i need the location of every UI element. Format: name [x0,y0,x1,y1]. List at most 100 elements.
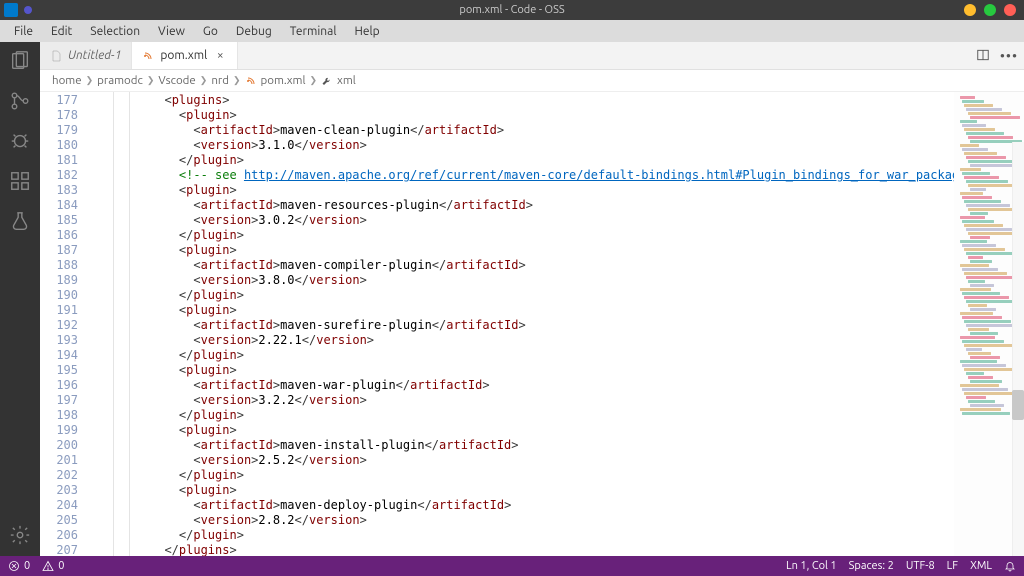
tab-pom-xml[interactable]: pom.xml × [132,42,238,69]
minimap-line [960,288,991,291]
extensions-icon[interactable] [9,170,31,192]
code-line[interactable]: <version>3.0.2</version> [150,213,954,228]
maximize-button[interactable] [984,4,996,16]
code-line[interactable]: <artifactId>maven-resources-plugin</arti… [150,198,954,213]
code-line[interactable]: </plugin> [150,468,954,483]
explorer-icon[interactable] [9,50,31,72]
menu-view[interactable]: View [150,23,193,40]
minimap-line [960,120,977,123]
line-number: 190 [40,288,78,303]
test-icon[interactable] [9,210,31,232]
close-window-button[interactable] [1004,4,1016,16]
indentation[interactable]: Spaces: 2 [849,560,894,572]
code-line[interactable]: </plugins> [150,543,954,556]
code-line[interactable]: <version>3.8.0</version> [150,273,954,288]
cursor-position[interactable]: Ln 1, Col 1 [786,560,837,572]
code-line[interactable]: </plugin> [150,528,954,543]
breadcrumb-home[interactable]: home [52,74,82,87]
minimap-line [968,256,983,259]
code-line[interactable]: </plugin> [150,228,954,243]
code-line[interactable]: <plugin> [150,483,954,498]
code-line[interactable]: <plugin> [150,108,954,123]
code-line[interactable]: <version>3.2.2</version> [150,393,954,408]
split-editor-icon[interactable] [976,48,990,65]
code-line[interactable]: <artifactId>maven-compiler-plugin</artif… [150,258,954,273]
settings-icon[interactable] [9,524,31,546]
code-line[interactable]: <plugin> [150,363,954,378]
breadcrumbs[interactable]: home❯pramodc❯Vscode❯nrd❯pom.xml❯xml [40,70,1024,92]
code-line[interactable]: </plugin> [150,408,954,423]
menu-help[interactable]: Help [346,23,387,40]
minimap-line [966,132,1004,135]
minimap-line [960,408,1001,411]
minimap-line [964,248,1005,251]
code-line[interactable]: <version>2.8.2</version> [150,513,954,528]
breadcrumb-nrd[interactable]: nrd [211,74,229,87]
code-line[interactable]: <version>2.5.2</version> [150,453,954,468]
vertical-scrollbar[interactable] [1012,142,1024,556]
scrollbar-thumb[interactable] [1012,390,1024,420]
code-line[interactable]: <artifactId>maven-war-plugin</artifactId… [150,378,954,393]
menu-debug[interactable]: Debug [228,23,280,40]
eol[interactable]: LF [947,560,958,572]
minimap-line [966,108,1002,111]
statusbar: 0 0 Ln 1, Col 1 Spaces: 2 UTF-8 LF XML [0,556,1024,576]
code-line[interactable]: </plugin> [150,348,954,363]
close-tab-icon[interactable]: × [213,49,227,63]
minimap-line [962,292,1000,295]
breadcrumb-xml[interactable]: xml [321,74,356,87]
line-number: 201 [40,453,78,468]
breadcrumb-pom.xml[interactable]: pom.xml [245,74,306,87]
code-line[interactable]: <plugins> [150,93,954,108]
line-number: 179 [40,123,78,138]
code-editor[interactable]: <plugins> <plugin> <artifactId>maven-cle… [150,92,954,556]
source-control-icon[interactable] [9,90,31,112]
more-actions-icon[interactable]: ••• [1000,48,1018,64]
status-errors[interactable]: 0 [8,560,30,572]
minimap-line [964,104,993,107]
line-number: 203 [40,483,78,498]
minimap-line [960,168,981,171]
code-line[interactable]: <artifactId>maven-surefire-plugin</artif… [150,318,954,333]
debug-icon[interactable] [9,130,31,152]
status-warnings[interactable]: 0 [42,560,64,572]
menu-terminal[interactable]: Terminal [282,23,345,40]
minimap-line [966,228,1012,231]
minimap-line [964,320,1011,323]
wrench-icon [321,75,333,87]
minimap-line [966,252,1014,255]
minimap-line [966,348,982,351]
minimap-line [968,304,987,307]
code-line[interactable]: <plugin> [150,303,954,318]
minimap-line [964,344,1013,347]
tab-untitled-1[interactable]: Untitled-1 [40,42,132,69]
code-line[interactable]: <plugin> [150,423,954,438]
code-line[interactable]: <version>3.1.0</version> [150,138,954,153]
code-line[interactable]: <plugin> [150,183,954,198]
code-line[interactable]: <plugin> [150,243,954,258]
menu-edit[interactable]: Edit [43,23,80,40]
code-line[interactable]: <artifactId>maven-install-plugin</artifa… [150,438,954,453]
minimize-button[interactable] [964,4,976,16]
code-line[interactable]: </plugin> [150,288,954,303]
minimap-line [964,128,995,131]
menu-selection[interactable]: Selection [82,23,148,40]
breadcrumb-pramodc[interactable]: pramodc [97,74,143,87]
line-number: 194 [40,348,78,363]
menu-file[interactable]: File [6,23,41,40]
fold-column[interactable] [88,92,150,556]
titlebar: pom.xml - Code - OSS [0,0,1024,20]
breadcrumb-Vscode[interactable]: Vscode [158,74,195,87]
code-line[interactable]: <artifactId>maven-deploy-plugin</artifac… [150,498,954,513]
code-line[interactable]: <!-- see http://maven.apache.org/ref/cur… [150,168,954,183]
language-mode[interactable]: XML [970,560,992,572]
minimap-line [970,236,990,239]
encoding[interactable]: UTF-8 [906,560,935,572]
menu-go[interactable]: Go [195,23,226,40]
tab-label: pom.xml [160,49,207,62]
code-line[interactable]: </plugin> [150,153,954,168]
code-line[interactable]: <artifactId>maven-clean-plugin</artifact… [150,123,954,138]
code-line[interactable]: <version>2.22.1</version> [150,333,954,348]
bell-icon[interactable] [1004,560,1016,572]
minimap-line [962,220,994,223]
